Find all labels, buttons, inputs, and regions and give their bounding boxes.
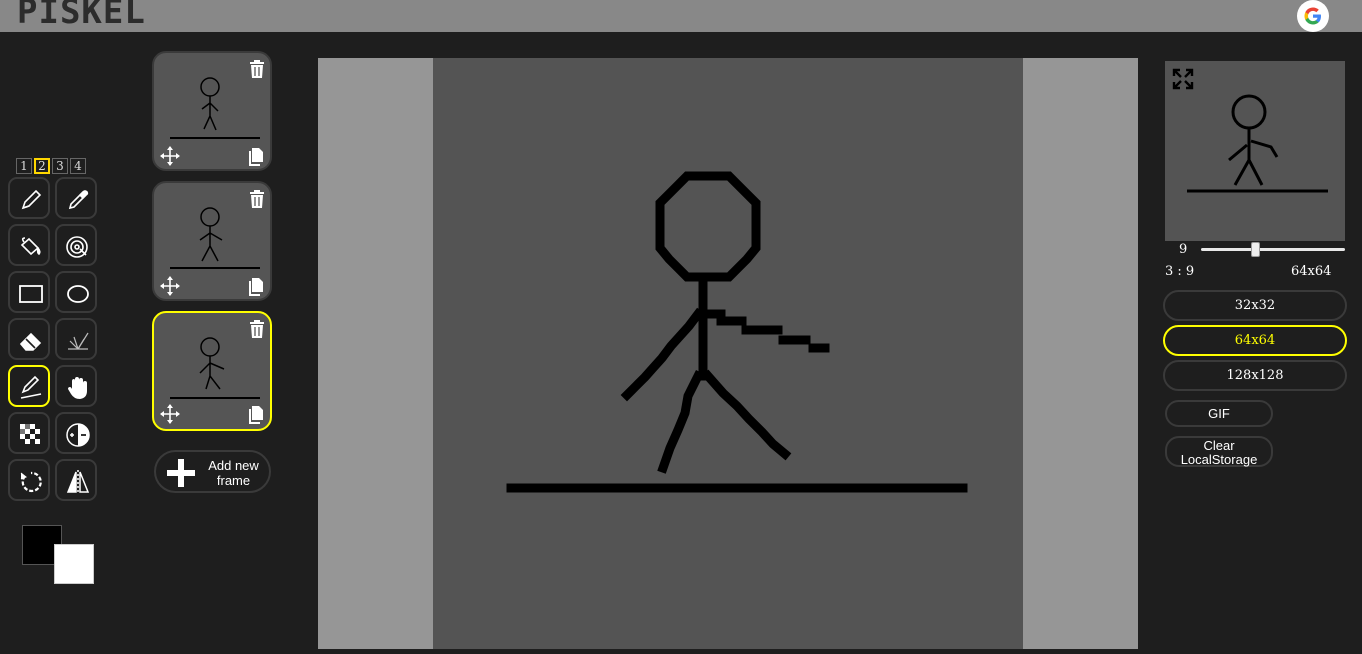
- layout-tab-4[interactable]: 4: [70, 158, 86, 174]
- delete-frame-icon[interactable]: [248, 59, 266, 79]
- duplicate-frame-icon[interactable]: [246, 404, 266, 424]
- plus-icon: [167, 459, 195, 487]
- resize-32-button[interactable]: 32x32: [1163, 290, 1347, 321]
- magic-fill-icon: [66, 236, 88, 258]
- duplicate-frame-icon[interactable]: [246, 276, 266, 296]
- layout-tab-3[interactable]: 3: [52, 158, 68, 174]
- google-signin-button[interactable]: [1297, 0, 1329, 32]
- animation-preview: [1165, 61, 1345, 241]
- app-logo: PISKEL: [17, 0, 146, 32]
- layout-tab-1[interactable]: 1: [16, 158, 32, 174]
- secondary-color-swatch[interactable]: [54, 544, 94, 584]
- add-new-frame-label: Add new frame: [208, 458, 259, 488]
- delete-frame-icon[interactable]: [248, 319, 266, 339]
- export-gif-button[interactable]: GIF: [1165, 400, 1273, 427]
- layout-tab-2[interactable]: 2: [34, 158, 50, 174]
- lighten-darken-tool[interactable]: [55, 412, 97, 454]
- resize-64-button[interactable]: 64x64: [1163, 325, 1347, 356]
- eraser-icon: [19, 332, 42, 351]
- rotate-icon: [20, 471, 42, 493]
- pencil-icon: [21, 189, 42, 210]
- ellipse-icon: [67, 285, 89, 303]
- frame-thumbnail-2[interactable]: [152, 181, 272, 301]
- fps-value: 9: [1179, 242, 1188, 257]
- lighten-icon: [68, 332, 89, 350]
- circle-tool[interactable]: [55, 271, 97, 313]
- move-frame-icon[interactable]: [159, 275, 181, 297]
- pan-tool[interactable]: [55, 365, 97, 407]
- mirror-icon: [66, 470, 90, 494]
- mirror-tool[interactable]: [55, 459, 97, 501]
- move-frame-icon[interactable]: [159, 403, 181, 425]
- rotate-tool[interactable]: [8, 459, 50, 501]
- google-icon: [1304, 7, 1321, 25]
- eraser-tool[interactable]: [8, 318, 50, 360]
- eyedropper-icon: [68, 190, 89, 210]
- drawing-canvas[interactable]: [433, 58, 1023, 649]
- preview-stick-figure: [1187, 94, 1328, 193]
- pen-tool[interactable]: [8, 177, 50, 219]
- top-bar: PISKEL: [0, 0, 1362, 32]
- tool-layout-tabs: 1 2 3 4: [16, 158, 86, 174]
- frame-thumbnail-1[interactable]: [152, 51, 272, 171]
- cursor-coordinates: 3 : 9: [1165, 264, 1195, 279]
- checkerboard-icon: [20, 424, 40, 444]
- bucket-icon: [20, 237, 41, 256]
- stick-figure-drawing: [506, 171, 968, 493]
- resize-128-button[interactable]: 128x128: [1163, 360, 1347, 391]
- dithering-tool[interactable]: [55, 318, 97, 360]
- stroke-tool[interactable]: [8, 365, 50, 407]
- fps-slider-handle[interactable]: [1251, 242, 1260, 257]
- contrast-icon: [66, 423, 90, 447]
- paint-same-color-tool[interactable]: [55, 224, 97, 266]
- rectangle-tool[interactable]: [8, 271, 50, 313]
- paint-bucket-tool[interactable]: [8, 224, 50, 266]
- canvas-dimensions: 64x64: [1291, 264, 1332, 279]
- hand-icon: [68, 377, 87, 399]
- move-frame-icon[interactable]: [159, 145, 181, 167]
- drawing-area[interactable]: [318, 58, 1138, 649]
- add-new-frame-button[interactable]: Add new frame: [154, 450, 271, 493]
- clear-localstorage-button[interactable]: Clear LocalStorage: [1165, 436, 1273, 467]
- duplicate-frame-icon[interactable]: [246, 146, 266, 166]
- delete-frame-icon[interactable]: [248, 189, 266, 209]
- frame-thumbnail-3[interactable]: [152, 311, 272, 431]
- stroke-icon: [20, 375, 42, 399]
- rectangle-icon: [19, 285, 43, 303]
- color-picker-tool[interactable]: [55, 177, 97, 219]
- fps-slider[interactable]: [1201, 248, 1345, 251]
- checker-tool[interactable]: [8, 412, 50, 454]
